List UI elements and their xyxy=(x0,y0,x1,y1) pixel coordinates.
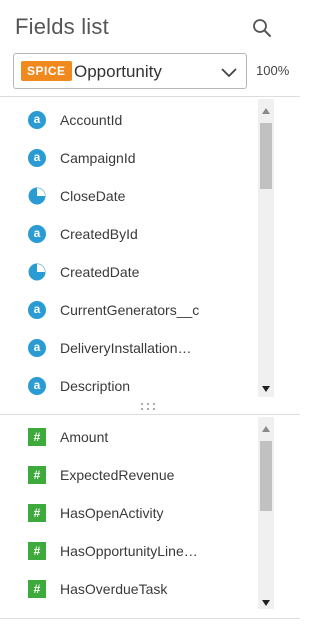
scroll-down-arrow[interactable] xyxy=(261,381,271,392)
measure-field-item[interactable]: # ExpectedRevenue xyxy=(0,458,256,492)
date-field-icon xyxy=(28,263,46,281)
measure-field-icon: # xyxy=(28,580,46,598)
measures-list: # Amount # ExpectedRevenue # HasOpenActivity #… xyxy=(0,414,300,614)
field-label: HasOpenActivity xyxy=(60,505,164,521)
dimension-field-item[interactable]: CloseDate xyxy=(0,179,256,213)
dimensions-scrollbar[interactable] xyxy=(258,99,274,397)
string-field-icon: a xyxy=(28,377,46,395)
dataset-dropdown[interactable]: SPICE Opportunity xyxy=(13,53,247,89)
dimension-field-item[interactable]: a Description xyxy=(0,369,256,403)
scrollbar-thumb[interactable] xyxy=(260,123,272,189)
field-label: CurrentGenerators__c xyxy=(60,302,200,318)
measure-field-item[interactable]: # Amount xyxy=(0,420,256,454)
string-field-icon: a xyxy=(28,339,46,357)
search-icon[interactable] xyxy=(250,16,274,40)
measure-field-item[interactable]: # HasOpenActivity xyxy=(0,496,256,530)
zoom-level: 100% xyxy=(256,63,290,78)
measure-field-icon: # xyxy=(28,542,46,560)
measure-field-item[interactable]: # HasOverdueTask xyxy=(0,572,256,606)
field-label: HasOpportunityLine… xyxy=(60,543,198,559)
dimension-field-item[interactable]: a CreatedById xyxy=(0,217,256,251)
scroll-up-arrow[interactable] xyxy=(261,103,271,114)
measures-scrollbar[interactable] xyxy=(258,417,274,609)
field-label: CampaignId xyxy=(60,150,136,166)
field-label: Description xyxy=(60,378,131,394)
spice-badge: SPICE xyxy=(21,61,72,81)
field-label: ExpectedRevenue xyxy=(60,467,175,483)
field-label: CloseDate xyxy=(60,188,126,204)
field-label: HasOverdueTask xyxy=(60,581,168,597)
field-label: DeliveryInstallation… xyxy=(60,340,192,356)
dimension-field-item[interactable]: a DeliveryInstallation… xyxy=(0,331,256,365)
measure-field-icon: # xyxy=(28,466,46,484)
date-field-icon xyxy=(28,187,46,205)
scroll-up-arrow[interactable] xyxy=(261,421,271,432)
field-label: CreatedById xyxy=(60,226,138,242)
string-field-icon: a xyxy=(28,301,46,319)
dataset-row: SPICE Opportunity 100% xyxy=(0,50,300,94)
string-field-icon: a xyxy=(28,149,46,167)
dimension-field-item[interactable]: CreatedDate xyxy=(0,255,256,289)
fields-list-panel: Fields list SPICE Opportunity 100% a Acco… xyxy=(0,0,300,629)
dimensions-list: a AccountId a CampaignId CloseDate a CreatedBy… xyxy=(0,96,300,402)
scroll-down-arrow[interactable] xyxy=(261,595,271,606)
scrollbar-thumb[interactable] xyxy=(260,441,272,511)
dataset-name: Opportunity xyxy=(74,62,162,81)
resize-handle[interactable] xyxy=(140,402,156,412)
dimension-field-item[interactable]: a AccountId xyxy=(0,103,256,137)
string-field-icon: a xyxy=(28,111,46,129)
field-label: CreatedDate xyxy=(60,264,140,280)
field-label: AccountId xyxy=(60,112,123,128)
chevron-down-icon xyxy=(220,63,238,81)
panel-title: Fields list xyxy=(15,14,109,39)
measure-field-icon: # xyxy=(28,504,46,522)
panel-header: Fields list xyxy=(0,0,300,56)
measure-field-item[interactable]: # HasOpportunityLine… xyxy=(0,534,256,568)
dimension-field-item[interactable]: a CampaignId xyxy=(0,141,256,175)
dimension-field-item[interactable]: a CurrentGenerators__c xyxy=(0,293,256,327)
measure-field-icon: # xyxy=(28,428,46,446)
field-label: Amount xyxy=(60,429,109,445)
string-field-icon: a xyxy=(28,225,46,243)
panel-divider xyxy=(0,618,300,619)
